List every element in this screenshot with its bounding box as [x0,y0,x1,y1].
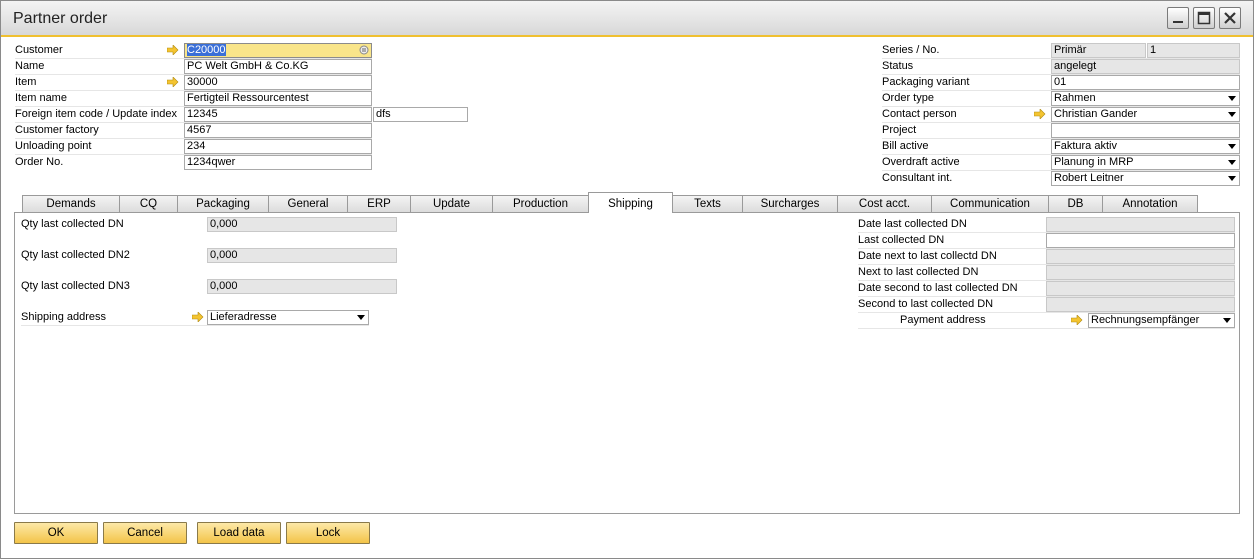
payment-address-select[interactable]: Rechnungsempfänger [1088,313,1235,328]
customer-input[interactable]: C20000 [184,43,372,58]
date-last-collected-dn-label: Date last collected DN [858,218,967,230]
order-no-label: Order No. [15,156,64,168]
item-name-label: Item name [15,92,67,104]
link-arrow-icon[interactable] [192,312,204,322]
shipping-address-select[interactable]: Lieferadresse [207,310,369,325]
date-next-to-last-collected-dn-field [1046,249,1235,264]
date-last-collected-dn-field [1046,217,1235,232]
name-label: Name [15,60,45,72]
bill-active-label: Bill active [882,140,929,152]
last-collected-dn-label: Last collected DN [858,234,945,246]
project-input[interactable] [1051,123,1240,138]
maximize-icon [1197,11,1211,25]
maximize-button[interactable] [1193,7,1215,29]
packaging-variant-input[interactable]: 01 [1051,75,1240,90]
item-name-input[interactable]: Fertigteil Ressourcentest [184,91,372,106]
foreign-item-code-label: Foreign item code / Update index [15,108,178,120]
qty-last-collected-dn-field: 0,000 [207,217,397,232]
unloading-point-input[interactable]: 234 [184,139,372,154]
title-bar: Partner order [1,1,1253,37]
qty-last-collected-dn2-label: Qty last collected DN2 [21,249,130,261]
unloading-point-label: Unloading point [15,140,92,152]
next-to-last-collected-dn-label: Next to last collected DN [858,266,979,278]
tab-shipping[interactable]: Shipping [588,192,673,213]
shipping-address-label: Shipping address [21,311,107,323]
update-index-input[interactable]: dfs [373,107,468,122]
tab-cq[interactable]: CQ [119,195,178,212]
customer-label: Customer [15,44,63,56]
tab-texts[interactable]: Texts [672,195,743,212]
dropdown-arrow-icon[interactable] [1223,318,1231,323]
foreign-item-code-input[interactable]: 12345 [184,107,372,122]
customer-factory-label: Customer factory [15,124,99,136]
tab-annotation[interactable]: Annotation [1102,195,1198,212]
packaging-variant-label: Packaging variant [882,76,970,88]
qty-last-collected-dn3-field: 0,000 [207,279,397,294]
tab-surcharges[interactable]: Surcharges [742,195,838,212]
minimize-icon [1173,21,1183,23]
customer-factory-input[interactable]: 4567 [184,123,372,138]
link-arrow-icon[interactable] [1071,315,1083,325]
tab-cost-acct[interactable]: Cost acct. [837,195,932,212]
dropdown-arrow-icon[interactable] [1228,160,1236,165]
order-type-select[interactable]: Rahmen [1051,91,1240,106]
dropdown-arrow-icon[interactable] [1228,176,1236,181]
close-icon [1224,12,1236,24]
date-second-to-last-collected-dn-label: Date second to last collected DN [858,282,1018,294]
second-to-last-collected-dn-label: Second to last collected DN [858,298,994,310]
tab-production[interactable]: Production [492,195,589,212]
document-number: 1 [1147,43,1240,58]
item-input[interactable]: 30000 [184,75,372,90]
status-field: angelegt [1051,59,1240,74]
bill-active-select[interactable]: Faktura aktiv [1051,139,1240,154]
close-button[interactable] [1219,7,1241,29]
consultant-int-select[interactable]: Robert Leitner [1051,171,1240,186]
tab-general[interactable]: General [268,195,348,212]
tab-update[interactable]: Update [410,195,493,212]
name-input[interactable]: PC Welt GmbH & Co.KG [184,59,372,74]
tab-erp[interactable]: ERP [347,195,411,212]
payment-address-label: Payment address [900,314,986,326]
qty-last-collected-dn2-field: 0,000 [207,248,397,263]
qty-last-collected-dn3-label: Qty last collected DN3 [21,280,130,292]
lock-button[interactable]: Lock [286,522,370,544]
date-second-to-last-collected-dn-field [1046,281,1235,296]
tab-db[interactable]: DB [1048,195,1103,212]
window-title: Partner order [13,10,108,27]
choose-from-list-icon[interactable] [359,45,369,55]
load-data-button[interactable]: Load data [197,522,281,544]
ok-button[interactable]: OK [14,522,98,544]
project-label: Project [882,124,917,136]
overdraft-active-select[interactable]: Planung in MRP [1051,155,1240,170]
series-select[interactable]: Primär [1051,43,1146,58]
item-label: Item [15,76,37,88]
status-label: Status [882,60,914,72]
dropdown-arrow-icon[interactable] [1228,96,1236,101]
date-next-to-last-collected-dn-label: Date next to last collectd DN [858,250,997,262]
contact-person-label: Contact person [882,108,957,120]
minimize-button[interactable] [1167,7,1189,29]
second-to-last-collected-dn-field [1046,297,1235,312]
dropdown-arrow-icon[interactable] [357,315,365,320]
last-collected-dn-input[interactable] [1046,233,1235,248]
link-arrow-icon[interactable] [167,45,179,55]
tab-communication[interactable]: Communication [931,195,1049,212]
order-type-label: Order type [882,92,934,104]
link-arrow-icon[interactable] [1034,109,1046,119]
order-no-input[interactable]: 1234qwer [184,155,372,170]
tab-demands[interactable]: Demands [22,195,120,212]
dropdown-arrow-icon[interactable] [1228,144,1236,149]
series-no-label: Series / No. [882,44,940,56]
link-arrow-icon[interactable] [167,77,179,87]
overdraft-active-label: Overdraft active [882,156,960,168]
qty-last-collected-dn-label: Qty last collected DN [21,218,124,230]
dropdown-arrow-icon[interactable] [1228,112,1236,117]
consultant-int-label: Consultant int. [882,172,953,184]
next-to-last-collected-dn-field [1046,265,1235,280]
cancel-button[interactable]: Cancel [103,522,187,544]
tab-packaging[interactable]: Packaging [177,195,269,212]
partner-order-window: Partner order Customer C20000 Name PC We… [0,0,1254,559]
contact-person-select[interactable]: Christian Gander [1051,107,1240,122]
